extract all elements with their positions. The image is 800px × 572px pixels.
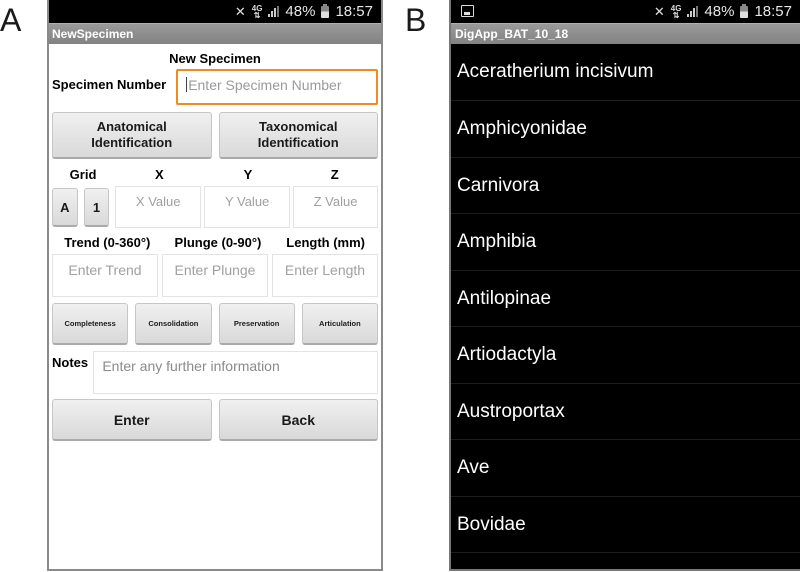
- length-label: Length (mm): [286, 235, 365, 250]
- z-value-input[interactable]: Z Value: [293, 186, 379, 228]
- mute-icon: ✕: [653, 3, 665, 19]
- completeness-button[interactable]: Completeness: [52, 303, 129, 345]
- back-button[interactable]: Back: [218, 399, 378, 441]
- taxon-list-item[interactable]: Artiodactyla: [451, 327, 800, 384]
- notes-label: Notes: [52, 355, 89, 370]
- specimen-number-placeholder: Enter Specimen Number: [188, 77, 342, 93]
- x-value-input[interactable]: X Value: [115, 186, 202, 228]
- specimen-form: New Specimen Specimen Number Enter Speci…: [49, 51, 381, 441]
- trend-input[interactable]: Enter Trend: [52, 254, 158, 297]
- network-label: 4G: [670, 3, 682, 13]
- notes-input[interactable]: Enter any further information: [93, 351, 378, 394]
- length-input[interactable]: Enter Length: [272, 254, 378, 297]
- taxon-list-item[interactable]: Aceratherium incisivum: [451, 44, 800, 101]
- battery-percent: 48%: [704, 3, 735, 20]
- network-label: 4G: [251, 3, 263, 13]
- signal-icon: [687, 6, 699, 17]
- new-specimen-screen: ✕ 4G ⇅ 48% 18:57 NewSpecimen New Specimen…: [47, 0, 383, 571]
- signal-icon: [268, 6, 280, 17]
- specimen-number-input[interactable]: Enter Specimen Number: [176, 69, 378, 105]
- y-label: Y: [243, 167, 253, 182]
- grid-letter-button[interactable]: A: [52, 188, 78, 227]
- status-bar: ✕ 4G ⇅ 48% 18:57: [451, 0, 800, 23]
- status-bar: ✕ 4G ⇅ 48% 18:57: [49, 0, 381, 23]
- network-4g-icon: 4G ⇅: [251, 3, 263, 20]
- articulation-button[interactable]: Articulation: [301, 303, 378, 345]
- taxa-list: Aceratherium incisivum Amphicyonidae Car…: [451, 44, 800, 553]
- clock: 18:57: [335, 3, 373, 20]
- button-label-line1: Taxonomical: [258, 119, 338, 134]
- grid-label: Grid: [69, 167, 97, 182]
- form-heading: New Specimen: [169, 51, 261, 66]
- y-value-input[interactable]: Y Value: [204, 186, 291, 228]
- clock: 18:57: [754, 3, 792, 20]
- battery-percent: 48%: [285, 3, 316, 20]
- enter-button[interactable]: Enter: [52, 399, 212, 441]
- specimen-number-label: Specimen Number: [52, 77, 167, 92]
- plunge-label: Plunge (0-90°): [174, 235, 262, 250]
- grid-number-button[interactable]: 1: [83, 188, 110, 227]
- button-label-line2: Identification: [257, 135, 339, 150]
- battery-icon: [740, 3, 749, 18]
- taxa-list-screen: ✕ 4G ⇅ 48% 18:57 DigApp_BAT_10_18 Acerath…: [449, 0, 800, 571]
- taxon-list-item[interactable]: Carnivora: [451, 158, 800, 214]
- plunge-input[interactable]: Enter Plunge: [162, 254, 268, 297]
- preservation-button[interactable]: Preservation: [218, 303, 295, 345]
- mute-icon: ✕: [234, 3, 246, 19]
- taxon-list-item[interactable]: Amphibia: [451, 214, 800, 271]
- image-notification-icon: [461, 5, 474, 17]
- consolidation-button[interactable]: Consolidation: [135, 303, 212, 345]
- taxon-list-item[interactable]: Antilopinae: [451, 271, 800, 327]
- panel-label-a: A: [0, 2, 22, 38]
- button-label-line1: Anatomical: [96, 119, 167, 134]
- panel-label-b: B: [405, 2, 427, 38]
- taxon-list-item[interactable]: Bovidae: [451, 497, 800, 553]
- network-4g-icon: 4G ⇅: [670, 3, 682, 20]
- anatomical-identification-button[interactable]: Anatomical Identification: [52, 112, 212, 159]
- button-label-line2: Identification: [91, 135, 173, 150]
- z-label: Z: [330, 167, 339, 182]
- taxon-list-item[interactable]: Amphicyonidae: [451, 101, 800, 158]
- app-title-bar: NewSpecimen: [49, 23, 381, 44]
- x-label: X: [155, 167, 164, 182]
- taxonomical-identification-button[interactable]: Taxonomical Identification: [218, 112, 378, 159]
- taxon-list-item[interactable]: Ave: [451, 440, 800, 497]
- app-title-bar: DigApp_BAT_10_18: [451, 23, 800, 44]
- taxon-list-item[interactable]: Austroportax: [451, 384, 800, 440]
- trend-label: Trend (0-360°): [64, 235, 151, 250]
- battery-icon: [321, 3, 330, 18]
